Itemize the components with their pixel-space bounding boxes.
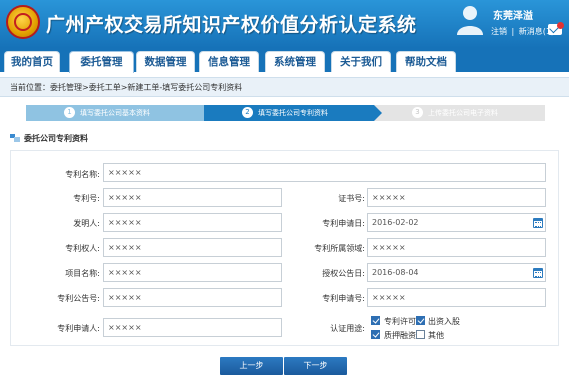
next-step-button[interactable]: 下一步	[284, 357, 347, 375]
step-3: 3 上传委托公司电子资料	[374, 105, 545, 121]
purpose-license-checkbox[interactable]	[371, 316, 380, 325]
tab-about-us[interactable]: 关于我们	[331, 51, 391, 72]
patentee-input[interactable]: ×××××	[103, 238, 282, 257]
step-arrow	[374, 105, 382, 121]
breadcrumb: 当前位置：委托管理>委托工单>新建工单-填写委托公司专利资料	[0, 77, 569, 97]
notification-badge	[557, 22, 564, 29]
project-name-input[interactable]: ×××××	[103, 263, 282, 282]
apply-no-input[interactable]: ×××××	[367, 288, 546, 307]
section-title-text: 委托公司专利资料	[24, 134, 88, 143]
step-3-label: 上传委托公司电子资料	[428, 109, 498, 117]
apply-no-label: 专利申请号:	[322, 294, 365, 303]
patent-no-label: 专利号:	[73, 194, 100, 203]
logo-icon	[6, 5, 40, 39]
prev-step-button[interactable]: 上一步	[220, 357, 283, 375]
tab-data-management[interactable]: 数据管理	[136, 51, 195, 72]
patent-no-input[interactable]: ×××××	[103, 188, 282, 207]
applicant-input[interactable]: ×××××	[103, 318, 282, 337]
apply-date-label: 专利申请日:	[322, 219, 365, 228]
purpose-pledge-label: 质押融资	[384, 331, 416, 340]
inventor-input[interactable]: ×××××	[103, 213, 282, 232]
user-links: 注销 | 新消息(1)	[491, 26, 554, 37]
grant-date-label: 授权公告日:	[322, 269, 365, 278]
purpose-label: 认证用途:	[330, 324, 365, 333]
calendar-icon[interactable]	[533, 218, 543, 228]
purpose-license-label: 专利许可	[384, 317, 416, 326]
cert-no-label: 证书号:	[338, 194, 365, 203]
step-1-number: 1	[64, 106, 75, 118]
step-2-label: 填写委托公司专利资料	[258, 109, 328, 117]
patentee-label: 专利权人:	[65, 244, 100, 253]
cert-no-input[interactable]: ×××××	[367, 188, 546, 207]
apply-date-input[interactable]: 2016-02-02	[367, 213, 546, 232]
project-name-label: 项目名称:	[65, 269, 100, 278]
inventor-label: 发明人:	[73, 219, 100, 228]
patent-name-input[interactable]: ×××××	[103, 163, 546, 182]
step-progress: 1 填写委托公司基本资料 2 填写委托公司专利资料 3 上传委托公司电子资料	[26, 105, 545, 121]
site-title: 广州产权交易所知识产权价值分析认定系统	[46, 14, 417, 36]
tab-entrust-management[interactable]: 委托管理	[69, 51, 134, 73]
purpose-pledge-checkbox[interactable]	[371, 330, 380, 339]
app-header: 广州产权交易所知识产权价值分析认定系统 东莞泽溢 注销 | 新消息(1)	[0, 0, 569, 48]
field-label: 专利所属领域:	[314, 244, 365, 253]
tab-home[interactable]: 我的首页	[4, 51, 60, 72]
patent-doc-icon	[10, 133, 20, 142]
step-2-number: 2	[242, 106, 253, 118]
tab-help-docs[interactable]: 帮助文档	[396, 51, 456, 72]
announce-no-input[interactable]: ×××××	[103, 288, 282, 307]
tab-system-management[interactable]: 系统管理	[265, 51, 325, 72]
divider: |	[511, 27, 515, 36]
username: 东莞泽溢	[493, 11, 533, 22]
field-input[interactable]: ×××××	[367, 238, 546, 257]
logout-link[interactable]: 注销	[491, 27, 507, 36]
patent-name-label: 专利名称:	[65, 170, 100, 179]
grant-date-input[interactable]: 2016-08-04	[367, 263, 546, 282]
purpose-other-label: 其他	[428, 331, 444, 340]
applicant-label: 专利申请人:	[57, 324, 100, 333]
announce-no-label: 专利公告号:	[57, 294, 100, 303]
user-avatar-icon	[457, 6, 483, 35]
calendar-icon[interactable]	[533, 268, 543, 278]
step-2: 2 填写委托公司专利资料	[204, 105, 374, 121]
step-arrow	[196, 105, 204, 121]
tab-info-management[interactable]: 信息管理	[199, 51, 259, 72]
purpose-equity-checkbox[interactable]	[416, 316, 425, 325]
purpose-other-checkbox[interactable]	[416, 330, 425, 339]
purpose-equity-label: 出资入股	[428, 317, 460, 326]
step-1-label: 填写委托公司基本资料	[80, 109, 150, 117]
main-nav: 我的首页 委托管理 数据管理 信息管理 系统管理 关于我们 帮助文档	[0, 48, 569, 73]
step-3-number: 3	[412, 106, 423, 118]
section-title: 委托公司专利资料	[10, 133, 88, 144]
step-1: 1 填写委托公司基本资料	[26, 105, 204, 121]
